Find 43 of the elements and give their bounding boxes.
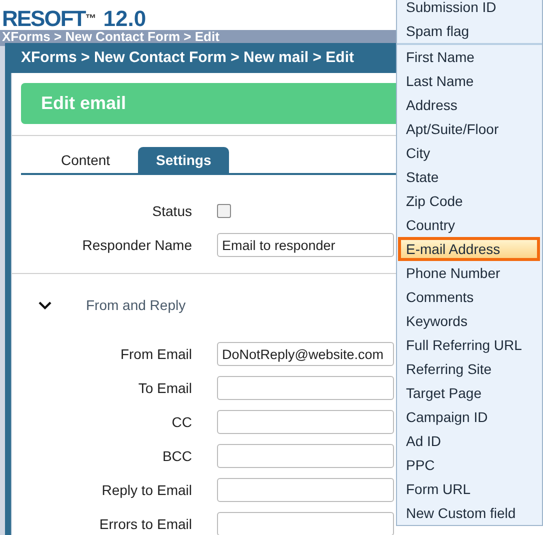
input-field[interactable] (217, 444, 394, 468)
tab[interactable]: Content (43, 147, 128, 173)
menu-item[interactable]: Target Page (398, 381, 540, 405)
menu-item[interactable]: Country (398, 213, 540, 237)
menu-item[interactable]: State (398, 165, 540, 189)
menu-item[interactable]: Apt/Suite/Floor (398, 117, 540, 141)
menu-item[interactable]: Referring Site (398, 357, 540, 381)
menu-item[interactable]: Comments (398, 285, 540, 309)
menu-item[interactable]: Phone Number (398, 261, 540, 285)
input-field[interactable]: DoNotReply@website.com (217, 342, 394, 366)
menu-item[interactable]: Keywords (398, 309, 540, 333)
field-label: Responder Name (81, 237, 192, 253)
menu-item[interactable]: Full Referring URL (398, 333, 540, 357)
input-field[interactable] (217, 478, 394, 502)
tab[interactable]: Settings (138, 147, 230, 173)
menu-item[interactable]: Ad ID (398, 429, 540, 453)
menu-item[interactable]: E-mail Address (398, 237, 540, 261)
logo: RESOFT™ (2, 8, 96, 30)
field-label: Reply to Email (100, 482, 192, 498)
field-label: Status (151, 203, 192, 219)
field-label: From Email (119, 346, 192, 362)
field-label: BCC (161, 448, 192, 464)
menu-item[interactable]: New Custom field (398, 501, 540, 525)
field-label: To Email (137, 380, 192, 396)
menu-item[interactable]: Zip Code (398, 189, 540, 213)
menu-item[interactable]: Campaign ID (398, 405, 540, 429)
chevron-icon[interactable] (38, 300, 52, 310)
input-field[interactable] (217, 376, 394, 400)
checkbox[interactable] (217, 204, 231, 218)
field-label: Errors to Email (98, 516, 192, 532)
input-field[interactable] (217, 512, 394, 535)
input-field[interactable]: Email to responder (217, 233, 394, 257)
input-field[interactable] (217, 410, 394, 434)
menu-item[interactable]: City (398, 141, 540, 165)
menu-item[interactable]: PPC (398, 453, 540, 477)
menu-item[interactable]: Last Name (398, 69, 540, 93)
version-label: 12.0 (103, 8, 146, 30)
menu-item[interactable]: First Name (398, 45, 540, 69)
menu-item[interactable]: Address (398, 93, 540, 117)
section-title[interactable]: From and Reply (86, 297, 186, 313)
field-label: CC (170, 414, 192, 430)
menu-item[interactable]: Submission ID (398, 0, 540, 19)
menu-item[interactable]: Form URL (398, 477, 540, 501)
